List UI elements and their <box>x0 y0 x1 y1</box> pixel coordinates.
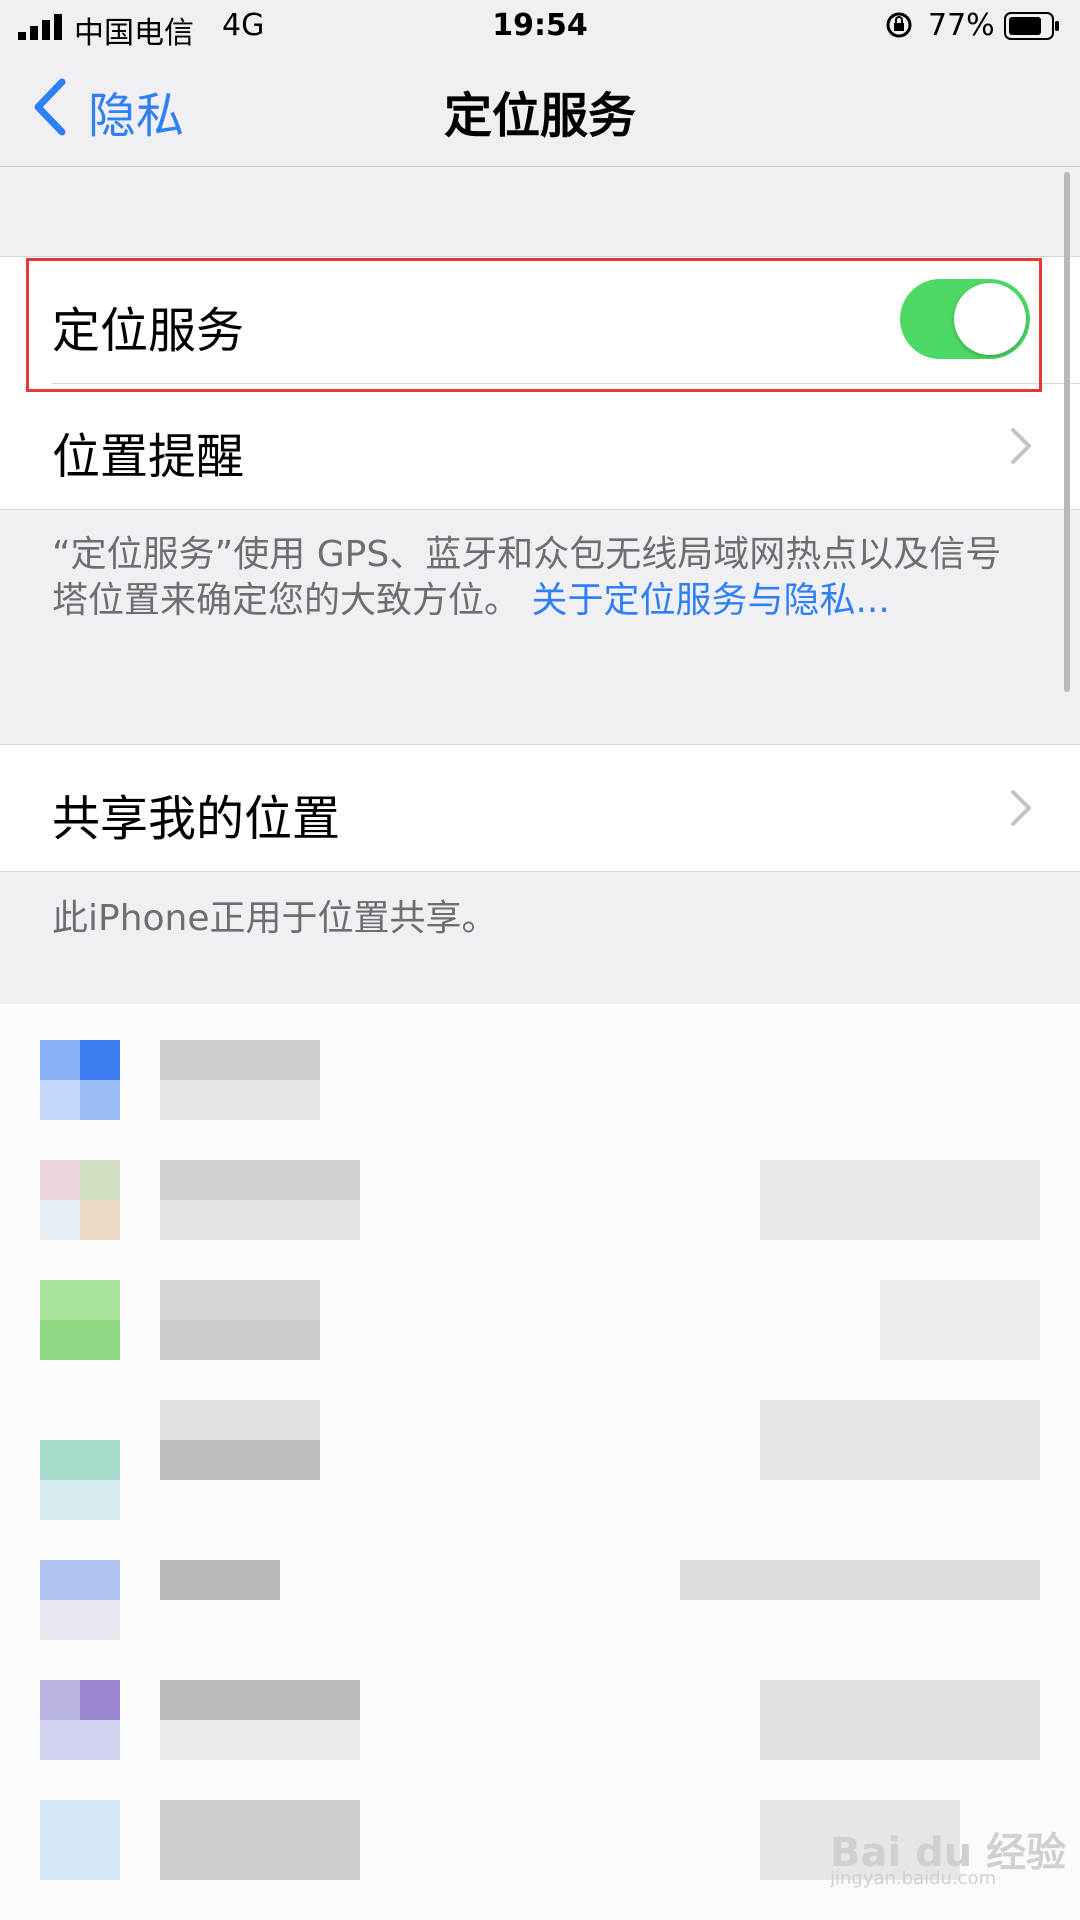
pixelated-block <box>160 1800 360 1880</box>
share-location-group: 共享我的位置 <box>0 745 1080 871</box>
pixelated-block <box>760 1680 1040 1760</box>
location-alerts-row[interactable]: 位置提醒 <box>0 383 1080 509</box>
pixelated-block <box>760 1400 1040 1480</box>
pixelated-block <box>40 1280 120 1320</box>
pixelated-block <box>40 1200 80 1240</box>
location-alerts-label: 位置提醒 <box>52 429 245 485</box>
pixelated-block <box>160 1440 320 1480</box>
chevron-right-icon <box>1011 428 1031 464</box>
pixelated-block <box>40 1800 120 1880</box>
pixelated-block <box>760 1160 1040 1240</box>
battery-icon <box>1004 12 1059 40</box>
pixelated-block <box>80 1680 120 1720</box>
clock: 19:54 <box>492 8 588 43</box>
pixelated-block <box>160 1320 320 1360</box>
pixelated-block <box>160 1400 320 1440</box>
pixelated-block <box>40 1480 120 1520</box>
location-services-description: “定位服务”使用 GPS、蓝牙和众包无线局域网热点以及信号塔位置来确定您的大致方… <box>52 532 1032 624</box>
orientation-lock-icon <box>886 12 912 38</box>
share-location-row[interactable]: 共享我的位置 <box>0 745 1080 871</box>
divider <box>0 509 1080 510</box>
chevron-right-icon <box>1011 790 1031 826</box>
pixelated-block <box>160 1280 320 1320</box>
pixelated-block <box>40 1560 120 1600</box>
pixelated-block <box>40 1160 80 1200</box>
pixelated-block <box>40 1440 120 1480</box>
pixelated-block <box>160 1560 280 1600</box>
navigation-bar: 隐私 定位服务 <box>0 56 1080 167</box>
pixelated-app-list <box>0 1004 1080 1920</box>
pixelated-block <box>160 1680 360 1720</box>
pixelated-block <box>80 1160 120 1200</box>
share-location-description: 此iPhone正用于位置共享。 <box>52 898 498 939</box>
pixelated-block <box>40 1680 80 1720</box>
pixelated-block <box>880 1280 1040 1360</box>
scrollbar[interactable] <box>1064 172 1070 692</box>
share-location-label: 共享我的位置 <box>52 791 341 847</box>
pixelated-block <box>40 1320 120 1360</box>
page-title: 定位服务 <box>443 88 636 144</box>
pixelated-block <box>160 1080 320 1120</box>
pixelated-block <box>80 1200 120 1240</box>
pixelated-block <box>40 1720 120 1760</box>
battery-percentage: 77% <box>928 8 995 43</box>
privacy-link[interactable]: 关于定位服务与隐私... <box>531 580 889 621</box>
highlight-box <box>26 258 1042 392</box>
pixelated-block <box>160 1160 360 1200</box>
pixelated-block <box>160 1720 360 1760</box>
pixelated-block <box>160 1200 360 1240</box>
watermark-url: jingyan.baidu.com <box>830 1868 997 1889</box>
pixelated-block <box>80 1080 120 1120</box>
pixelated-block <box>40 1080 80 1120</box>
pixelated-block <box>80 1040 120 1080</box>
pixelated-block <box>40 1040 80 1080</box>
pixelated-block <box>680 1560 1040 1600</box>
divider <box>0 871 1080 872</box>
pixelated-block <box>160 1040 320 1080</box>
pixelated-block <box>40 1600 120 1640</box>
status-bar: 中国电信 4G 19:54 77% <box>0 0 1080 56</box>
